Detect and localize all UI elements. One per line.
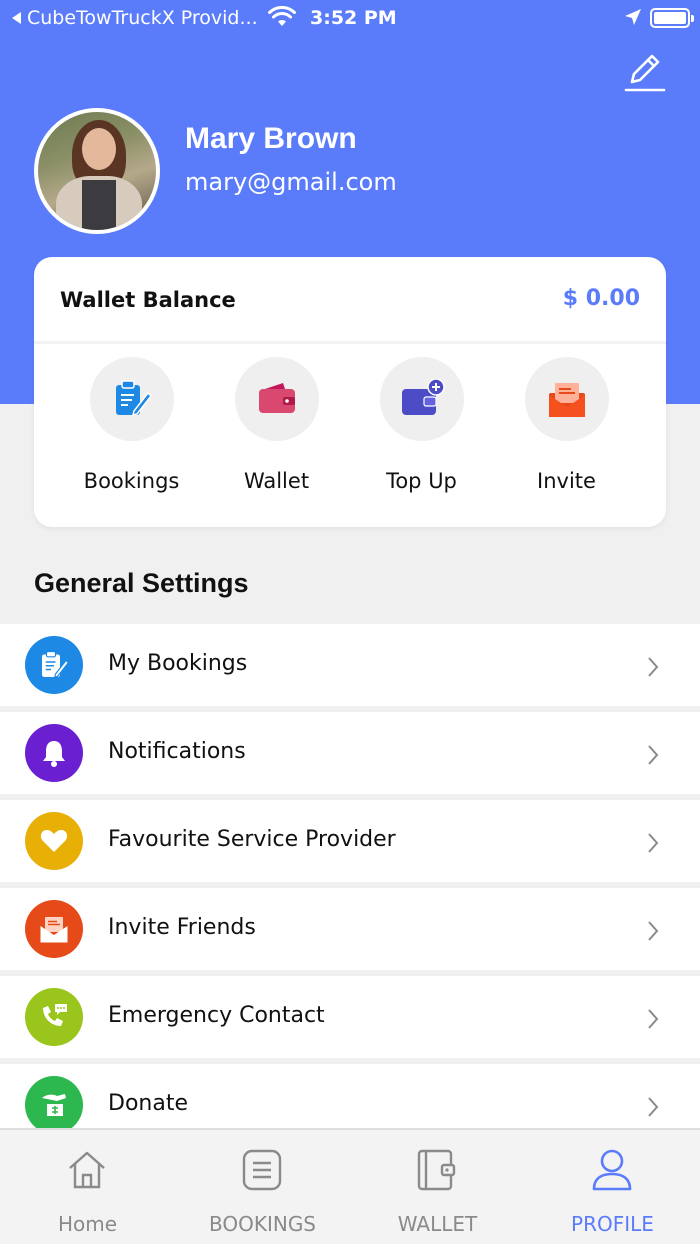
wallet-card: Wallet Balance $ 0.00 Bookings Wallet To… <box>34 257 666 527</box>
chevron-right-icon <box>648 833 659 853</box>
settings-item-label: Emergency Contact <box>108 1003 325 1028</box>
back-app-label: CubeTowTruckX Provid... <box>27 7 258 29</box>
settings-item-label: Notifications <box>108 739 246 764</box>
phone-chat-icon <box>43 1004 67 1026</box>
profile-name: Mary Brown <box>185 122 357 155</box>
quick-action-label: Invite <box>537 469 596 493</box>
wallet-card-divider <box>34 341 666 344</box>
tab-bookings[interactable]: BOOKINGS <box>175 1130 350 1244</box>
settings-item-favourite-service-provider[interactable]: Favourite Service Provider <box>0 800 700 882</box>
chevron-right-icon <box>648 921 659 941</box>
settings-item-label: Favourite Service Provider <box>108 827 396 852</box>
quick-action-label: Top Up <box>386 469 457 493</box>
clipboard-edit-icon <box>115 380 152 417</box>
settings-item-label: Invite Friends <box>108 915 256 940</box>
clock-time: 3:52 PM <box>310 7 397 29</box>
settings-item-my-bookings[interactable]: My Bookings <box>0 624 700 706</box>
bottom-tab-bar: Home BOOKINGS WALLET PROFILE <box>0 1128 700 1244</box>
settings-item-invite-friends[interactable]: Invite Friends <box>0 888 700 970</box>
quick-action-invite[interactable]: Invite <box>494 357 639 493</box>
heart-icon <box>40 830 68 852</box>
tab-profile[interactable]: PROFILE <box>525 1130 700 1244</box>
settings-item-emergency-contact[interactable]: Emergency Contact <box>0 976 700 1058</box>
quick-action-wallet[interactable]: Wallet <box>204 357 349 493</box>
quick-action-label: Wallet <box>243 469 310 493</box>
tab-wallet[interactable]: WALLET <box>350 1130 525 1244</box>
user-icon <box>592 1149 632 1191</box>
general-settings-title: General Settings <box>34 568 249 598</box>
quick-action-bookings[interactable]: Bookings <box>59 357 204 493</box>
envelope-icon <box>40 917 68 943</box>
tab-label: Home <box>57 1212 118 1236</box>
pencil-edit-icon <box>624 54 666 92</box>
status-bar: CubeTowTruckX Provid... 3:52 PM <box>0 0 700 36</box>
tab-home[interactable]: Home <box>0 1130 175 1244</box>
wifi-icon <box>268 6 296 26</box>
bell-icon <box>43 741 65 767</box>
chevron-right-icon <box>648 745 659 765</box>
envelope-icon <box>548 383 585 417</box>
back-arrow-icon <box>12 12 21 24</box>
settings-item-notifications[interactable]: Notifications <box>0 712 700 794</box>
settings-item-label: Donate <box>108 1091 188 1116</box>
chevron-right-icon <box>648 657 659 677</box>
wallet-add-icon <box>401 379 445 415</box>
profile-email: mary@gmail.com <box>185 168 397 196</box>
donate-hand-icon <box>42 1094 66 1116</box>
chevron-right-icon <box>648 1009 659 1029</box>
avatar[interactable] <box>34 108 160 234</box>
tab-label: BOOKINGS <box>208 1212 317 1236</box>
tab-label: PROFILE <box>571 1212 654 1236</box>
clipboard-edit-icon <box>42 650 69 678</box>
edit-profile-button[interactable] <box>620 50 668 94</box>
wallet-icon <box>258 383 295 413</box>
quick-action-label: Bookings <box>83 469 180 493</box>
back-to-app-link[interactable]: CubeTowTruckX Provid... <box>12 7 258 29</box>
tab-label: WALLET <box>397 1212 478 1236</box>
home-icon <box>69 1151 105 1189</box>
wallet-balance-amount: $ 0.00 <box>562 286 640 311</box>
wallet-icon <box>417 1149 456 1191</box>
settings-item-label: My Bookings <box>108 651 248 676</box>
chevron-right-icon <box>648 1097 659 1117</box>
list-icon <box>242 1149 282 1191</box>
quick-action-top-up[interactable]: Top Up <box>349 357 494 493</box>
wallet-balance-label: Wallet Balance <box>60 288 236 312</box>
location-arrow-icon <box>625 9 641 25</box>
battery-icon <box>650 8 694 28</box>
